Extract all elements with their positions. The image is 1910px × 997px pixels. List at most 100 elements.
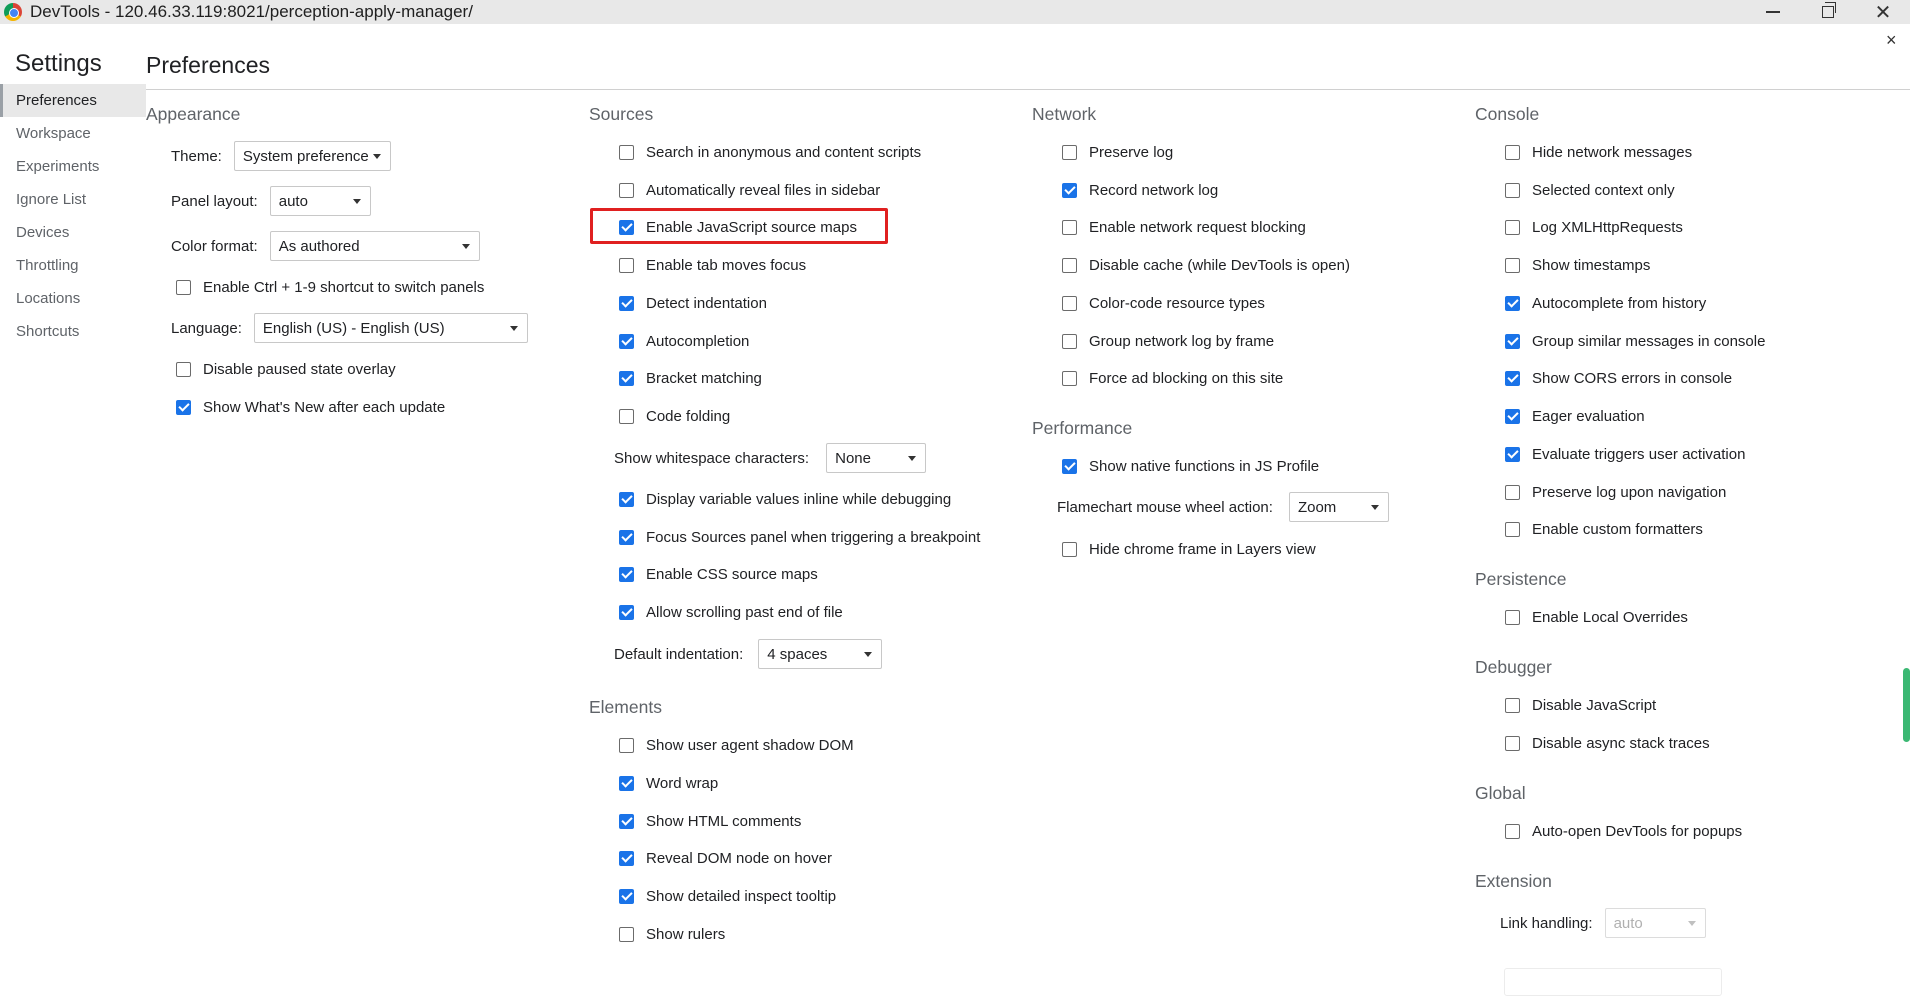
- sources-checkbox[interactable]: [619, 370, 634, 386]
- elements-option[interactable]: Show rulers: [619, 922, 725, 946]
- sources-checkbox[interactable]: [619, 408, 634, 424]
- elements-option[interactable]: Show detailed inspect tooltip: [619, 884, 836, 908]
- elements-checkbox[interactable]: [619, 888, 634, 904]
- nav-item-experiments[interactable]: Experiments: [0, 150, 146, 183]
- console-checkbox[interactable]: [1505, 521, 1520, 537]
- window-close-button[interactable]: ✕: [1856, 0, 1910, 24]
- sources-option[interactable]: Enable CSS source maps: [619, 562, 818, 586]
- network-checkbox[interactable]: [1062, 257, 1077, 273]
- auto-open-checkbox[interactable]: [1505, 823, 1520, 839]
- paused-overlay-option[interactable]: Disable paused state overlay: [176, 357, 396, 381]
- scrollbar-thumb[interactable]: [1903, 668, 1910, 742]
- console-checkbox[interactable]: [1505, 333, 1520, 349]
- console-checkbox[interactable]: [1505, 182, 1520, 198]
- sources-checkbox[interactable]: [619, 529, 634, 545]
- elements-option[interactable]: Show HTML comments: [619, 809, 801, 833]
- sources-option[interactable]: Autocompletion: [619, 329, 749, 353]
- native-functions-checkbox[interactable]: [1062, 458, 1077, 474]
- console-option[interactable]: Selected context only: [1505, 178, 1675, 202]
- debugger-checkbox[interactable]: [1505, 697, 1520, 713]
- console-option[interactable]: Group similar messages in console: [1505, 329, 1765, 353]
- nav-item-ignore-list[interactable]: Ignore List: [0, 183, 146, 216]
- sources-checkbox[interactable]: [619, 257, 634, 273]
- network-option[interactable]: Enable network request blocking: [1062, 215, 1306, 239]
- sources-option[interactable]: Focus Sources panel when triggering a br…: [619, 525, 980, 549]
- console-checkbox[interactable]: [1505, 219, 1520, 235]
- maximize-button[interactable]: [1801, 0, 1855, 24]
- debugger-checkbox[interactable]: [1505, 735, 1520, 751]
- network-checkbox[interactable]: [1062, 370, 1077, 386]
- color-format-select[interactable]: As authored: [269, 231, 480, 261]
- debugger-option[interactable]: Disable JavaScript: [1505, 693, 1656, 717]
- nav-item-shortcuts[interactable]: Shortcuts: [0, 315, 146, 348]
- console-option[interactable]: Enable custom formatters: [1505, 517, 1703, 541]
- elements-checkbox[interactable]: [619, 737, 634, 753]
- sources-option[interactable]: Detect indentation: [619, 291, 767, 315]
- network-option[interactable]: Disable cache (while DevTools is open): [1062, 253, 1350, 277]
- sources-option[interactable]: Bracket matching: [619, 366, 762, 390]
- sources-checkbox[interactable]: [619, 333, 634, 349]
- sources-checkbox[interactable]: [619, 566, 634, 582]
- debugger-option[interactable]: Disable async stack traces: [1505, 731, 1710, 755]
- whats-new-option[interactable]: Show What's New after each update: [176, 395, 445, 419]
- sources-option[interactable]: Search in anonymous and content scripts: [619, 140, 921, 164]
- sources-option[interactable]: Display variable values inline while deb…: [619, 487, 951, 511]
- native-functions-option[interactable]: Show native functions in JS Profile: [1062, 454, 1319, 478]
- language-select[interactable]: English (US) - English (US): [253, 313, 528, 343]
- sources-checkbox[interactable]: [619, 295, 634, 311]
- elements-checkbox[interactable]: [619, 850, 634, 866]
- sources-checkbox[interactable]: [619, 182, 634, 198]
- ctrl-shortcut-option[interactable]: Enable Ctrl + 1-9 shortcut to switch pan…: [176, 275, 484, 299]
- nav-item-workspace[interactable]: Workspace: [0, 117, 146, 150]
- console-option[interactable]: Show CORS errors in console: [1505, 366, 1732, 390]
- sources-option[interactable]: Enable tab moves focus: [619, 253, 806, 277]
- panel-layout-select[interactable]: auto: [269, 186, 371, 216]
- network-option[interactable]: Preserve log: [1062, 140, 1173, 164]
- console-checkbox[interactable]: [1505, 295, 1520, 311]
- whitespace-select[interactable]: None: [826, 443, 927, 473]
- indentation-select[interactable]: 4 spaces: [758, 639, 883, 669]
- network-checkbox[interactable]: [1062, 144, 1077, 160]
- elements-option[interactable]: Word wrap: [619, 771, 718, 795]
- sources-checkbox[interactable]: [619, 491, 634, 507]
- console-option[interactable]: Show timestamps: [1505, 253, 1650, 277]
- sources-option[interactable]: Allow scrolling past end of file: [619, 600, 843, 624]
- nav-item-throttling[interactable]: Throttling: [0, 249, 146, 282]
- console-option[interactable]: Preserve log upon navigation: [1505, 480, 1726, 504]
- network-checkbox[interactable]: [1062, 219, 1077, 235]
- console-option[interactable]: Log XMLHttpRequests: [1505, 215, 1683, 239]
- close-settings-button[interactable]: ×: [1886, 30, 1897, 51]
- network-checkbox[interactable]: [1062, 333, 1077, 349]
- network-checkbox[interactable]: [1062, 295, 1077, 311]
- minimize-button[interactable]: [1746, 0, 1800, 24]
- chrome-frame-checkbox[interactable]: [1062, 541, 1077, 557]
- elements-checkbox[interactable]: [619, 775, 634, 791]
- elements-checkbox[interactable]: [619, 813, 634, 829]
- flamechart-select[interactable]: Zoom: [1288, 492, 1389, 522]
- auto-open-option[interactable]: Auto-open DevTools for popups: [1505, 819, 1742, 843]
- elements-option[interactable]: Reveal DOM node on hover: [619, 846, 832, 870]
- sources-option[interactable]: Code folding: [619, 404, 730, 428]
- local-overrides-checkbox[interactable]: [1505, 609, 1520, 625]
- sources-checkbox[interactable]: [619, 144, 634, 160]
- elements-option[interactable]: Show user agent shadow DOM: [619, 733, 854, 757]
- elements-checkbox[interactable]: [619, 926, 634, 942]
- nav-item-devices[interactable]: Devices: [0, 216, 146, 249]
- console-option[interactable]: Hide network messages: [1505, 140, 1692, 164]
- sources-option[interactable]: Automatically reveal files in sidebar: [619, 178, 880, 202]
- console-checkbox[interactable]: [1505, 408, 1520, 424]
- network-option[interactable]: Record network log: [1062, 178, 1218, 202]
- console-checkbox[interactable]: [1505, 370, 1520, 386]
- console-checkbox[interactable]: [1505, 484, 1520, 500]
- network-option[interactable]: Group network log by frame: [1062, 329, 1274, 353]
- console-checkbox[interactable]: [1505, 257, 1520, 273]
- whats-new-checkbox[interactable]: [176, 399, 191, 415]
- console-option[interactable]: Autocomplete from history: [1505, 291, 1706, 315]
- chrome-frame-option[interactable]: Hide chrome frame in Layers view: [1062, 537, 1316, 561]
- network-option[interactable]: Color-code resource types: [1062, 291, 1265, 315]
- paused-overlay-checkbox[interactable]: [176, 361, 191, 377]
- console-checkbox[interactable]: [1505, 144, 1520, 160]
- sources-checkbox[interactable]: [619, 604, 634, 620]
- local-overrides-option[interactable]: Enable Local Overrides: [1505, 605, 1688, 629]
- console-option[interactable]: Eager evaluation: [1505, 404, 1645, 428]
